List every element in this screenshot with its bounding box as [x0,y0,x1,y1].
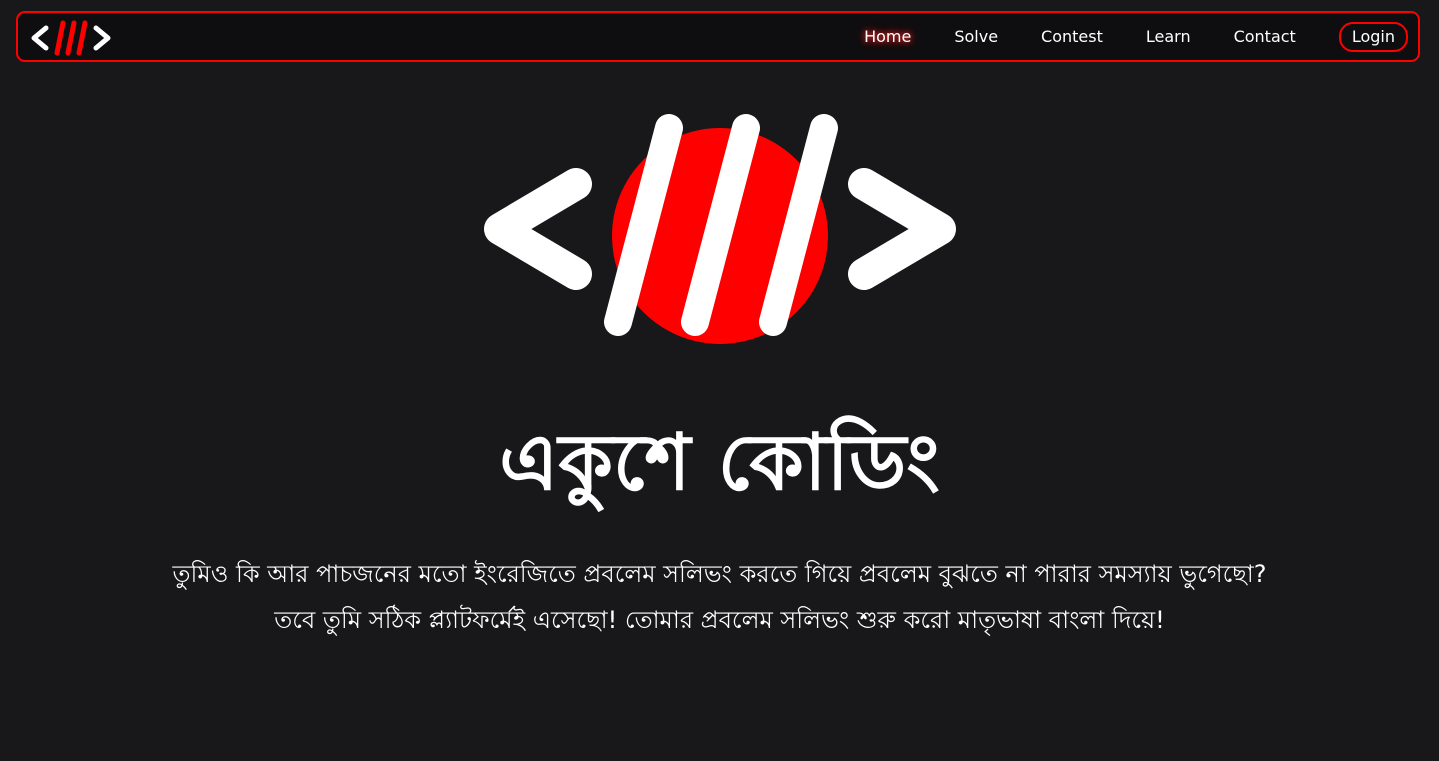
nav-home-link[interactable]: Home [864,27,911,46]
login-button[interactable]: Login [1338,21,1408,52]
hero-description-line-1: তুমিও কি আর পাচজনের মতো ইংরেজিতে প্রবলেম… [172,560,1267,588]
nav-contest-link[interactable]: Contest [1041,27,1103,46]
nav-contact-link[interactable]: Contact [1234,27,1296,46]
hero-logo-icon [484,114,956,344]
nav-solve-link[interactable]: Solve [954,27,998,46]
brand-logo-icon[interactable] [30,19,112,57]
hero-title: একুশে কোডিং [499,418,940,508]
navbar: Home Solve Contest Learn Contact Login [16,11,1420,62]
hero-description: তুমিও কি আর পাচজনের মতো ইংরেজিতে প্রবলেম… [0,551,1439,643]
nav-learn-link[interactable]: Learn [1146,27,1191,46]
nav-links: Home Solve Contest Learn Contact Login [821,13,1408,60]
hero-description-line-2: তবে তুমি সঠিক প্ল্যাটফর্মেই এসেছো! তোমার… [274,606,1165,634]
